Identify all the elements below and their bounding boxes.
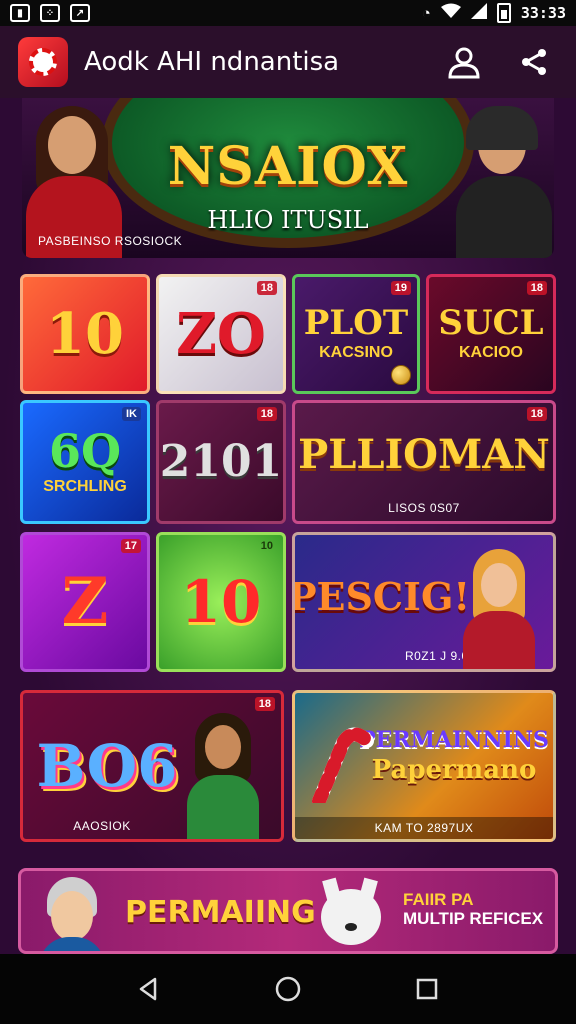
tile-character	[183, 713, 263, 839]
tile-badge: 19	[390, 281, 411, 295]
image-icon: ▮	[10, 4, 30, 22]
game-tile-7[interactable]: 18 PLLIOMAN LISOS 0S07	[292, 400, 556, 524]
game-tile-8[interactable]: 17 Z	[20, 532, 150, 672]
game-tile-11[interactable]: 18 BO6 AAOSIOK	[20, 690, 284, 842]
tile-title: PLLIOMAN	[298, 431, 550, 478]
tile-title: 6Q	[48, 424, 122, 478]
back-button[interactable]	[125, 965, 173, 1013]
promo-title: PERMAIING	[125, 895, 316, 930]
casino-chip-icon	[29, 48, 57, 76]
share-button[interactable]	[510, 38, 558, 86]
profile-button[interactable]	[440, 38, 488, 86]
profile-icon	[448, 47, 480, 79]
hero-caption: PASBEINSO RSOSIOCK	[38, 234, 183, 248]
promo-right-line1: FAIIR PA	[403, 890, 474, 909]
game-lobby: NSAIOX HLIO ITUSIL PASBEINSO RSOSIOCK 10…	[0, 98, 576, 954]
tile-badge: 18	[254, 697, 275, 711]
app-logo[interactable]	[18, 37, 68, 87]
tile-title: PESCIG!	[292, 574, 471, 619]
arrow-icon: ↗	[70, 4, 90, 22]
game-tile-1[interactable]: 10	[20, 274, 150, 394]
hero-banner[interactable]: NSAIOX HLIO ITUSIL PASBEINSO RSOSIOCK	[22, 98, 554, 258]
tile-badge: 18	[526, 407, 547, 421]
tile-subtitle: SRCHLING	[43, 478, 127, 495]
tile-caption: LISOS 0S07	[388, 501, 460, 515]
game-tile-2[interactable]: 18 ZO	[156, 274, 286, 394]
hero-title: NSAIOX	[167, 136, 409, 197]
recents-icon	[416, 978, 437, 1000]
tile-title: 10	[180, 568, 262, 636]
recents-button[interactable]	[403, 965, 451, 1013]
home-icon	[275, 976, 301, 1002]
tile-subtitle: Papermano	[371, 755, 537, 785]
tile-caption: AAOSIOK	[73, 819, 131, 833]
promo-character	[37, 877, 107, 951]
status-bar-right: ◔ 33:33	[422, 3, 566, 23]
tile-title: PLOT	[303, 303, 409, 343]
app-bar: Aodk AHI ndnantisa	[0, 26, 576, 98]
game-tile-6[interactable]: 18 2101	[156, 400, 286, 524]
tile-character	[459, 549, 539, 669]
tile-title: ZO	[176, 301, 266, 367]
tile-title: SUCL	[438, 303, 544, 343]
game-tile-10[interactable]: PESCIG! R0Z1 J 9.005	[292, 532, 556, 672]
status-bar-left: ▮ ⁘ ↗	[10, 4, 90, 22]
status-time: 33:33	[520, 4, 566, 22]
tile-badge: 18	[256, 407, 277, 421]
tile-badge: IK	[122, 407, 141, 421]
share-icon	[522, 49, 546, 75]
promo-banner[interactable]: PERMAIING FAIIR PA MULTIP REFICEX	[18, 868, 558, 954]
game-tile-9[interactable]: 10 10	[156, 532, 286, 672]
tile-title: 2101	[159, 436, 283, 487]
tile-title: 10	[46, 301, 124, 367]
hero-subtitle: HLIO ITUSIL	[207, 206, 369, 234]
promo-dog	[315, 877, 387, 951]
tile-badge: 18	[256, 281, 277, 295]
signal-icon	[470, 3, 487, 23]
battery-icon	[496, 3, 511, 23]
alarm-icon: ◔	[421, 4, 431, 22]
game-tile-3[interactable]: 19 PLOT KACSINO	[292, 274, 420, 394]
tile-badge: 17	[120, 539, 141, 553]
system-nav-bar	[0, 954, 576, 1024]
tile-subtitle: KACSINO	[319, 344, 393, 361]
tile-title: BO6	[36, 732, 178, 800]
tile-badge: 10	[260, 540, 273, 552]
back-icon	[140, 977, 157, 1001]
promo-right-line2: MULTIP REFICEX	[403, 908, 544, 928]
tile-subtitle: KACIOO	[459, 344, 523, 361]
app-title: Aodk AHI ndnantisa	[84, 47, 340, 77]
tile-badge: 18	[526, 281, 547, 295]
tile-title: PERMAINNINS	[359, 727, 549, 753]
promo-right-text: FAIIR PA MULTIP REFICEX	[403, 890, 544, 928]
tile-caption: KAM TO 2897UX	[295, 817, 553, 839]
grid-icon: ⁘	[40, 4, 60, 22]
tile-title: Z	[61, 564, 109, 639]
game-tile-12[interactable]: PERMAINNINS Papermano KAM TO 2897UX	[292, 690, 556, 842]
home-button[interactable]	[264, 965, 312, 1013]
candy-cane-icon	[312, 727, 374, 803]
wifi-icon	[440, 3, 461, 23]
status-bar: ▮ ⁘ ↗ ◔ 33:33	[0, 0, 576, 26]
game-tile-5[interactable]: IK 6Q SRCHLING	[20, 400, 150, 524]
game-tile-4[interactable]: 18 SUCL KACIOO	[426, 274, 556, 394]
